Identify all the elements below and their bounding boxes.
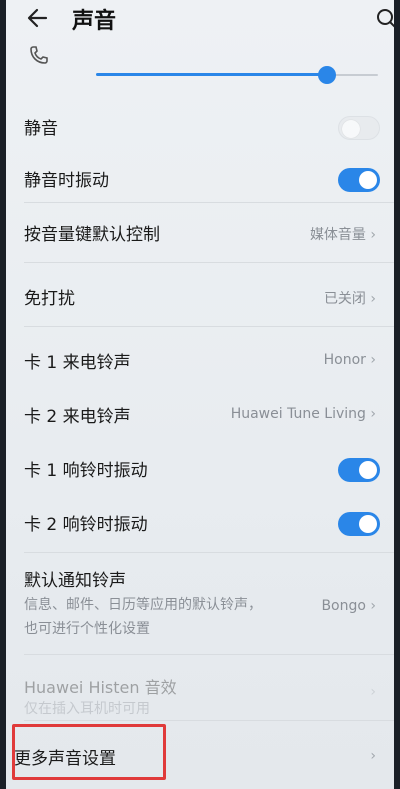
notification-sublabel-2: 也可进行个性化设置: [24, 621, 150, 637]
row-histen: Huawei Histen 音效 仅在插入耳机时可用: [6, 664, 394, 720]
row-mute[interactable]: 静音: [6, 108, 394, 148]
divider: [24, 654, 394, 655]
divider: [24, 202, 394, 203]
sound-settings-screen: 声音 静音 静音时振动 按音量键默认控制 媒体音量 免打扰 已关闭 卡 1 来电…: [6, 0, 394, 789]
divider: [24, 262, 394, 263]
sim2-ringtone-label: 卡 2 来电铃声: [24, 407, 131, 427]
sim1-ringtone-label: 卡 1 来电铃声: [24, 353, 131, 373]
divider: [24, 326, 394, 327]
volume-key-label: 按音量键默认控制: [24, 225, 160, 245]
back-arrow-icon[interactable]: [24, 4, 52, 32]
row-notification-ringtone[interactable]: 默认通知铃声 信息、邮件、日历等应用的默认铃声， 也可进行个性化设置 Bongo: [6, 562, 394, 648]
notification-label: 默认通知铃声: [24, 571, 126, 591]
volume-key-value: 媒体音量: [310, 224, 376, 244]
ringtone-volume-slider[interactable]: [96, 73, 326, 76]
phone-icon: [30, 46, 48, 64]
sim2-vibrate-label: 卡 2 响铃时振动: [24, 515, 148, 535]
histen-sublabel: 仅在插入耳机时可用: [24, 701, 150, 717]
histen-chevron: [370, 684, 376, 700]
toggle-knob: [359, 515, 377, 533]
toggle-knob: [359, 461, 377, 479]
slider-thumb[interactable]: [318, 66, 336, 84]
row-sim1-vibrate[interactable]: 卡 1 响铃时振动: [6, 450, 394, 490]
row-dnd[interactable]: 免打扰 已关闭: [6, 276, 394, 320]
header: 声音: [6, 0, 394, 40]
highlight-box: [12, 724, 166, 780]
notification-value: Bongo: [321, 598, 376, 614]
histen-label: Huawei Histen 音效: [24, 678, 177, 697]
sim1-vibrate-label: 卡 1 响铃时振动: [24, 461, 148, 481]
more-chevron: [370, 748, 376, 764]
toggle-knob: [359, 171, 377, 189]
sim2-ringtone-value: Huawei Tune Living: [231, 406, 376, 422]
mute-vibrate-label: 静音时振动: [24, 171, 109, 191]
row-mute-vibrate[interactable]: 静音时振动: [6, 160, 394, 200]
divider: [24, 720, 394, 721]
sim1-ringtone-value: Honor: [324, 352, 376, 368]
toggle-knob: [342, 120, 360, 138]
mute-vibrate-toggle[interactable]: [338, 168, 380, 192]
row-sim2-ringtone[interactable]: 卡 2 来电铃声 Huawei Tune Living: [6, 394, 394, 438]
row-volume-key[interactable]: 按音量键默认控制 媒体音量: [6, 212, 394, 256]
row-sim2-vibrate[interactable]: 卡 2 响铃时振动: [6, 504, 394, 544]
mute-label: 静音: [24, 119, 58, 139]
sim1-vibrate-toggle[interactable]: [338, 458, 380, 482]
notification-sublabel: 信息、邮件、日历等应用的默认铃声，: [24, 597, 262, 613]
row-sim1-ringtone[interactable]: 卡 1 来电铃声 Honor: [6, 340, 394, 384]
page-title: 声音: [72, 9, 117, 34]
sim2-vibrate-toggle[interactable]: [338, 512, 380, 536]
dnd-label: 免打扰: [24, 289, 75, 309]
dnd-value: 已关闭: [324, 288, 376, 308]
search-icon[interactable]: [376, 8, 394, 30]
mute-toggle[interactable]: [338, 116, 380, 140]
divider: [24, 552, 394, 553]
